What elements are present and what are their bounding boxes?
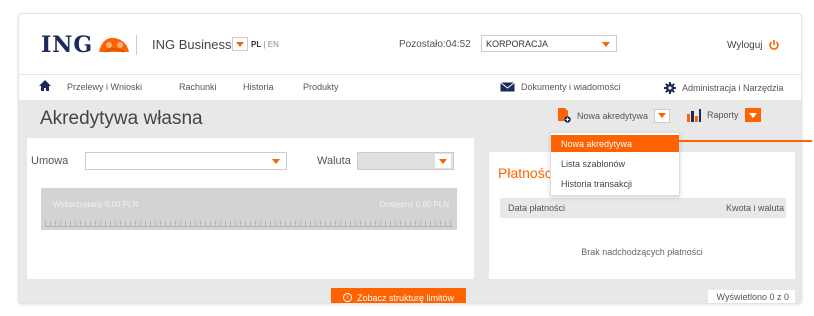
chevron-down-icon bbox=[272, 158, 280, 164]
timer-label: Pozostało: bbox=[399, 39, 446, 50]
payments-table-header: Data płatności Kwota i waluta bbox=[500, 198, 786, 218]
ing-logo[interactable]: ING bbox=[41, 32, 131, 58]
new-document-icon bbox=[558, 108, 571, 123]
nav-historia[interactable]: Historia bbox=[243, 82, 274, 92]
session-timer: Pozostało:04:52 bbox=[399, 39, 471, 50]
nav-documents[interactable]: Dokumenty i wiadomości bbox=[500, 82, 621, 92]
reports-label: Raporty bbox=[707, 110, 739, 120]
reports-button[interactable]: Raporty bbox=[687, 108, 761, 122]
company-value: KORPORACJA bbox=[486, 39, 549, 49]
lang-en[interactable]: EN bbox=[268, 40, 279, 49]
col-amount-currency[interactable]: Kwota i waluta bbox=[726, 203, 784, 213]
logout-button[interactable]: Wyloguj bbox=[727, 39, 780, 51]
app-switch-dropdown[interactable] bbox=[232, 37, 248, 51]
company-dropdown-button[interactable] bbox=[598, 37, 614, 51]
limit-usage-bar: Wykorzystany 0,00 PLN Dostępny 0,00 PLN bbox=[41, 188, 457, 230]
reports-dropdown[interactable] bbox=[744, 108, 761, 122]
timer-value: 04:52 bbox=[445, 39, 471, 50]
logo-text: ING bbox=[41, 32, 94, 58]
new-credit-button[interactable]: Nowa akredytywa bbox=[557, 108, 671, 123]
envelope-icon bbox=[500, 82, 515, 92]
chevron-down-icon bbox=[236, 41, 244, 47]
chevron-down-icon bbox=[439, 158, 447, 164]
app-window: ING ING Business PL | EN Pozostało:04:52… bbox=[18, 13, 802, 304]
new-credit-dropdown[interactable] bbox=[654, 108, 671, 123]
nav-documents-label: Dokumenty i wiadomości bbox=[521, 82, 621, 92]
nav-produkty[interactable]: Produkty bbox=[303, 82, 339, 92]
limit-available: Dostępny 0,00 PLN bbox=[379, 200, 449, 209]
gear-icon bbox=[664, 82, 676, 94]
app-name: ING Business bbox=[152, 37, 232, 52]
nav-rachunki[interactable]: Rachunki bbox=[179, 82, 217, 92]
limits-panel: Umowa Waluta Wykorzystany 0,00 PLN Dostę… bbox=[27, 138, 474, 279]
contract-select[interactable] bbox=[85, 152, 287, 170]
chevron-down-icon bbox=[658, 113, 667, 118]
limit-used: Wykorzystany 0,00 PLN bbox=[53, 200, 139, 209]
new-credit-label: Nowa akredytywa bbox=[577, 110, 649, 121]
nav-admin[interactable]: Administracja i Narzędzia bbox=[664, 82, 784, 94]
language-switch: PL | EN bbox=[251, 40, 279, 49]
contract-label: Umowa bbox=[31, 155, 69, 167]
top-header: ING ING Business PL | EN Pozostało:04:52… bbox=[19, 14, 801, 72]
page-title: Akredytywa własna bbox=[40, 108, 203, 129]
info-circle-icon: › bbox=[342, 293, 352, 302]
payments-title: Płatności bbox=[498, 165, 555, 181]
currency-dropdown-button[interactable] bbox=[435, 154, 451, 168]
nav-admin-label: Administracja i Narzędzia bbox=[682, 83, 784, 93]
company-select[interactable]: KORPORACJA bbox=[481, 35, 617, 52]
chevron-down-icon bbox=[748, 112, 757, 118]
limit-structure-label: Zobacz strukturę limitów bbox=[356, 292, 455, 303]
power-icon bbox=[769, 40, 780, 50]
results-count: Wyświetlono 0 z 0 bbox=[708, 290, 795, 303]
lang-pl[interactable]: PL bbox=[251, 40, 261, 49]
header-divider bbox=[136, 35, 137, 55]
limit-scale-line bbox=[45, 226, 453, 227]
bar-chart-icon bbox=[687, 108, 701, 122]
content-area: Umowa Waluta Wykorzystany 0,00 PLN Dostę… bbox=[19, 134, 801, 303]
limit-structure-button[interactable]: › Zobacz strukturę limitów bbox=[331, 288, 466, 303]
nav-przelewy[interactable]: Przelewy i Wnioski bbox=[67, 82, 142, 92]
col-payment-date[interactable]: Data płatności bbox=[508, 203, 565, 213]
contract-dropdown-button[interactable] bbox=[268, 154, 284, 168]
currency-label: Waluta bbox=[317, 155, 351, 167]
payments-empty-message: Brak nadchodzących płatności bbox=[581, 247, 703, 257]
menu-item-transaction-history[interactable]: Historia transakcji bbox=[551, 175, 679, 192]
main-nav: Przelewy i Wnioski Rachunki Historia Pro… bbox=[19, 74, 801, 98]
home-icon[interactable] bbox=[38, 79, 52, 92]
logout-label: Wyloguj bbox=[727, 39, 763, 51]
currency-select[interactable] bbox=[357, 152, 454, 170]
callout-arrow-icon bbox=[640, 135, 812, 147]
chevron-down-icon bbox=[602, 41, 610, 47]
lion-icon bbox=[99, 37, 130, 53]
